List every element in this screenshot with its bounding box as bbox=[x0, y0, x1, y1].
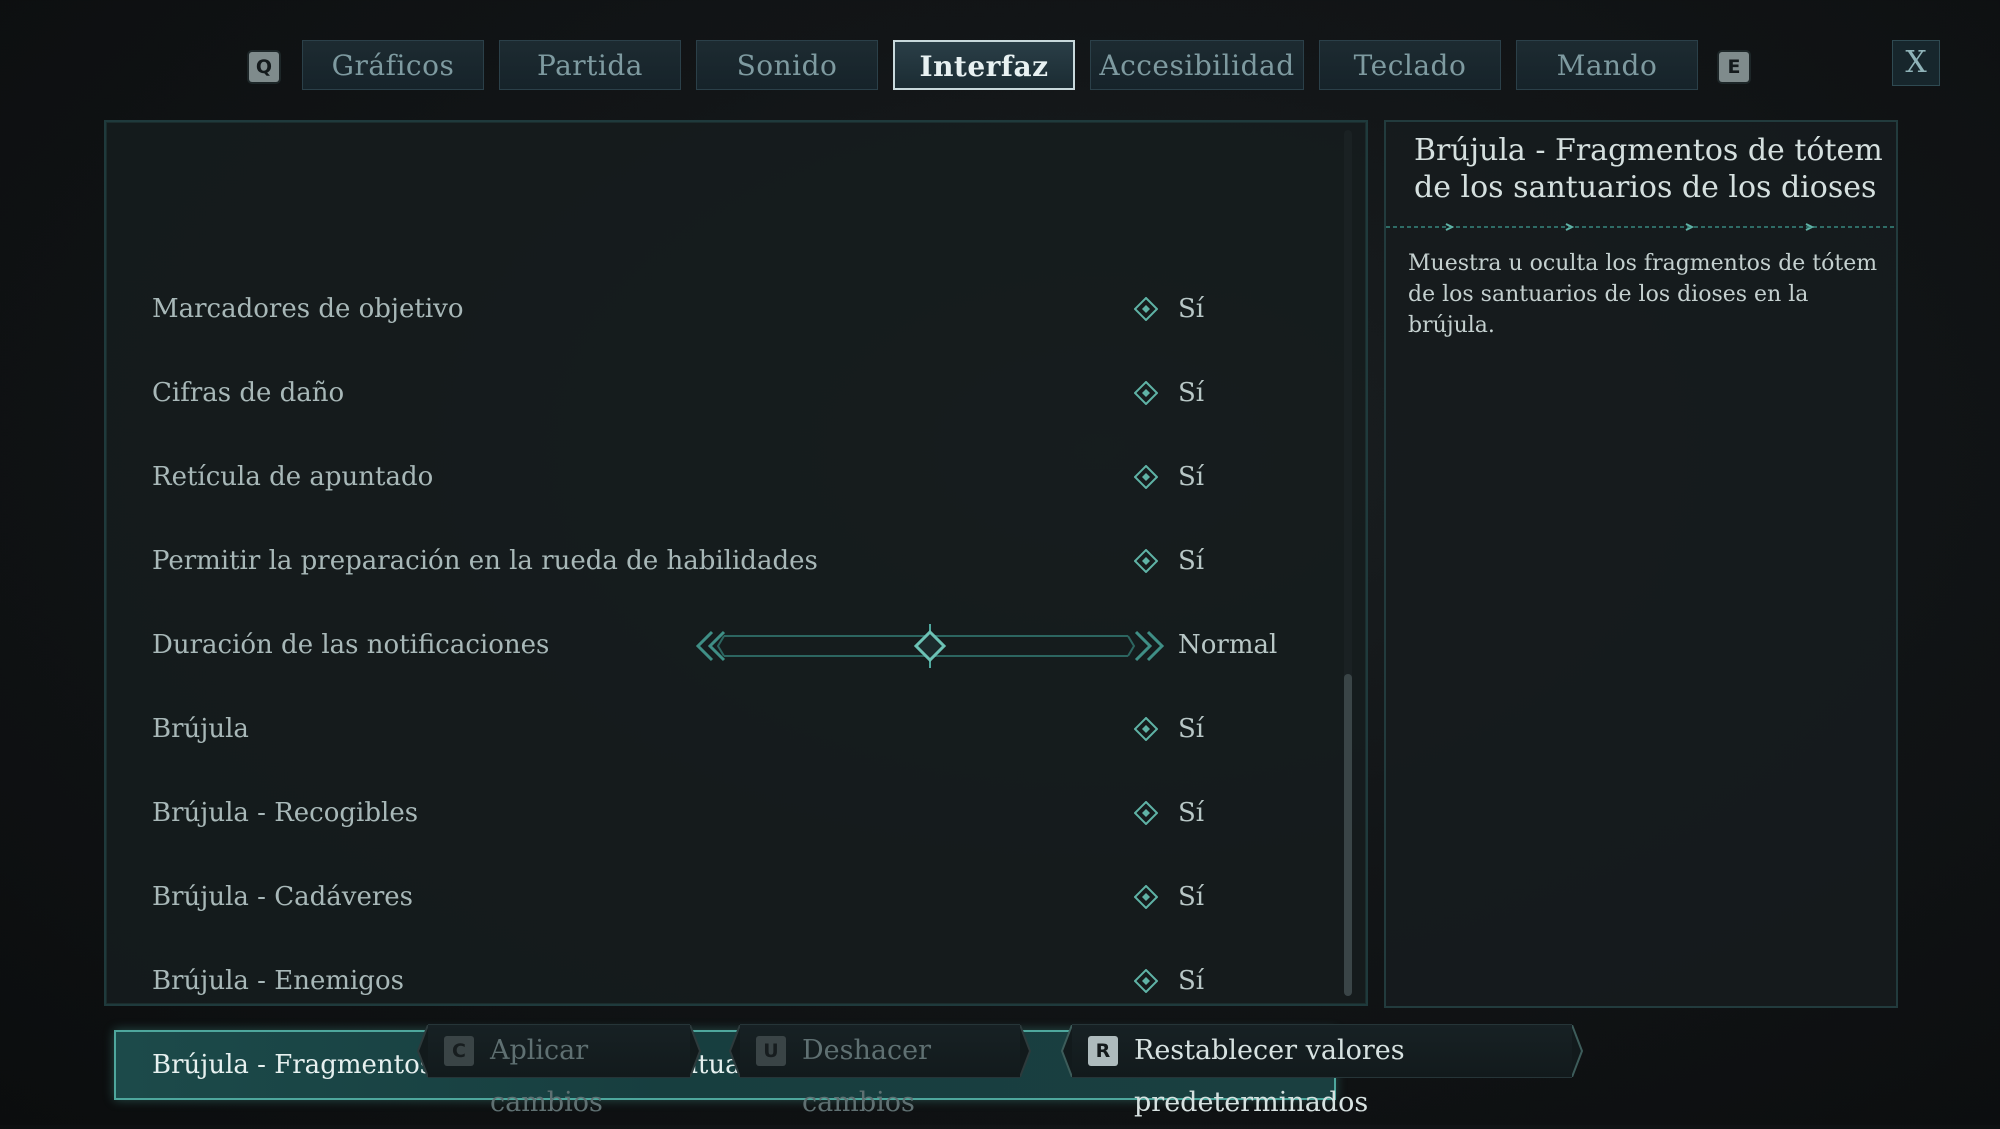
toggle-diamond-icon[interactable] bbox=[1134, 717, 1158, 741]
settings-scrollbar[interactable] bbox=[1344, 130, 1352, 996]
setting-value: Sí bbox=[1178, 378, 1205, 408]
settings-tab-bar: Q Gráficos Partida Sonido Interfaz Acces… bbox=[0, 40, 2000, 94]
button-right-edge bbox=[690, 1025, 702, 1077]
ornamental-divider bbox=[1386, 223, 1896, 231]
reset-defaults-label: Restablecer valores predeterminados bbox=[1134, 1035, 1405, 1118]
tab-mando[interactable]: Mando bbox=[1516, 40, 1698, 90]
settings-list-panel: Marcadores de objetivo Sí Cifras de daño… bbox=[104, 120, 1368, 1100]
setting-label: Brújula - Cadáveres bbox=[152, 882, 413, 912]
setting-row-brujula-recogibles[interactable]: Brújula - Recogibles Sí bbox=[114, 778, 1336, 848]
setting-value: Sí bbox=[1178, 714, 1205, 744]
toggle-diamond-icon[interactable] bbox=[1134, 297, 1158, 321]
setting-row-marcadores[interactable]: Marcadores de objetivo Sí bbox=[114, 274, 1336, 344]
setting-value: Sí bbox=[1178, 882, 1205, 912]
next-tab-key[interactable]: E bbox=[1719, 52, 1749, 82]
button-left-edge bbox=[728, 1025, 740, 1077]
notification-duration-slider[interactable] bbox=[690, 624, 1170, 668]
tab-graficos[interactable]: Gráficos bbox=[302, 40, 484, 90]
toggle-diamond-icon[interactable] bbox=[1134, 465, 1158, 489]
setting-row-rueda-habilidades[interactable]: Permitir la preparación en la rueda de h… bbox=[114, 526, 1336, 596]
setting-label: Marcadores de objetivo bbox=[152, 294, 464, 324]
setting-row-brujula-cadaveres[interactable]: Brújula - Cadáveres Sí bbox=[114, 862, 1336, 932]
slider-thumb-icon bbox=[913, 624, 947, 668]
apply-changes-label: Aplicar cambios bbox=[490, 1035, 603, 1118]
toggle-diamond-icon[interactable] bbox=[1134, 381, 1158, 405]
setting-value: Normal bbox=[1178, 630, 1278, 660]
key-c-icon: C bbox=[444, 1036, 474, 1066]
setting-row-reticula[interactable]: Retícula de apuntado Sí bbox=[114, 442, 1336, 512]
setting-label: Brújula - Enemigos bbox=[152, 966, 404, 996]
setting-label: Cifras de daño bbox=[152, 378, 345, 408]
apply-changes-button[interactable]: C Aplicar cambios bbox=[416, 1024, 702, 1118]
undo-changes-button[interactable]: U Deshacer cambios bbox=[728, 1024, 1032, 1118]
setting-row-duracion-notificaciones[interactable]: Duración de las notificaciones Normal bbox=[114, 610, 1336, 680]
setting-label: Permitir la preparación en la rueda de h… bbox=[152, 546, 818, 576]
reset-defaults-button[interactable]: R Restablecer valores predeterminados bbox=[1060, 1024, 1584, 1118]
setting-label: Brújula bbox=[152, 714, 249, 744]
setting-value: Sí bbox=[1178, 546, 1205, 576]
setting-value: Sí bbox=[1178, 462, 1205, 492]
key-u-icon: U bbox=[756, 1036, 786, 1066]
setting-row-brujula-enemigos[interactable]: Brújula - Enemigos Sí bbox=[114, 946, 1336, 1016]
scrollbar-thumb[interactable] bbox=[1344, 674, 1352, 996]
action-bar: C Aplicar cambios U Deshacer cambios R R… bbox=[0, 1024, 2000, 1118]
tab-interfaz[interactable]: Interfaz bbox=[893, 40, 1075, 90]
setting-value: Sí bbox=[1178, 966, 1205, 996]
setting-row-cifras-dano[interactable]: Cifras de daño Sí bbox=[114, 358, 1336, 428]
setting-description-panel: Brújula - Fragmentos de tótem de los san… bbox=[1384, 120, 1898, 1008]
toggle-diamond-icon[interactable] bbox=[1134, 885, 1158, 909]
setting-label: Retícula de apuntado bbox=[152, 462, 434, 492]
undo-changes-label: Deshacer cambios bbox=[802, 1035, 931, 1118]
description-title: Brújula - Fragmentos de tótem de los san… bbox=[1414, 133, 1883, 205]
key-r-icon: R bbox=[1088, 1036, 1118, 1066]
toggle-diamond-icon[interactable] bbox=[1134, 801, 1158, 825]
slider-left-arrow-icon bbox=[695, 630, 726, 662]
setting-label: Brújula - Recogibles bbox=[152, 798, 419, 828]
close-button[interactable]: X bbox=[1892, 40, 1940, 86]
button-right-edge bbox=[1020, 1025, 1032, 1077]
slider-right-arrow-icon bbox=[1134, 630, 1165, 662]
button-right-edge bbox=[1572, 1025, 1584, 1077]
setting-value: Sí bbox=[1178, 798, 1205, 828]
setting-label: Duración de las notificaciones bbox=[152, 630, 550, 660]
tab-teclado[interactable]: Teclado bbox=[1319, 40, 1501, 90]
tab-accesibilidad[interactable]: Accesibilidad bbox=[1090, 40, 1304, 90]
setting-value: Sí bbox=[1178, 294, 1205, 324]
toggle-diamond-icon[interactable] bbox=[1134, 969, 1158, 993]
toggle-diamond-icon[interactable] bbox=[1134, 549, 1158, 573]
description-body: Muestra u oculta los fragmentos de tótem… bbox=[1408, 251, 1878, 338]
button-left-edge bbox=[1060, 1025, 1072, 1077]
prev-tab-key[interactable]: Q bbox=[249, 52, 279, 82]
tab-sonido[interactable]: Sonido bbox=[696, 40, 878, 90]
button-left-edge bbox=[416, 1025, 428, 1077]
tab-partida[interactable]: Partida bbox=[499, 40, 681, 90]
setting-row-brujula[interactable]: Brújula Sí bbox=[114, 694, 1336, 764]
